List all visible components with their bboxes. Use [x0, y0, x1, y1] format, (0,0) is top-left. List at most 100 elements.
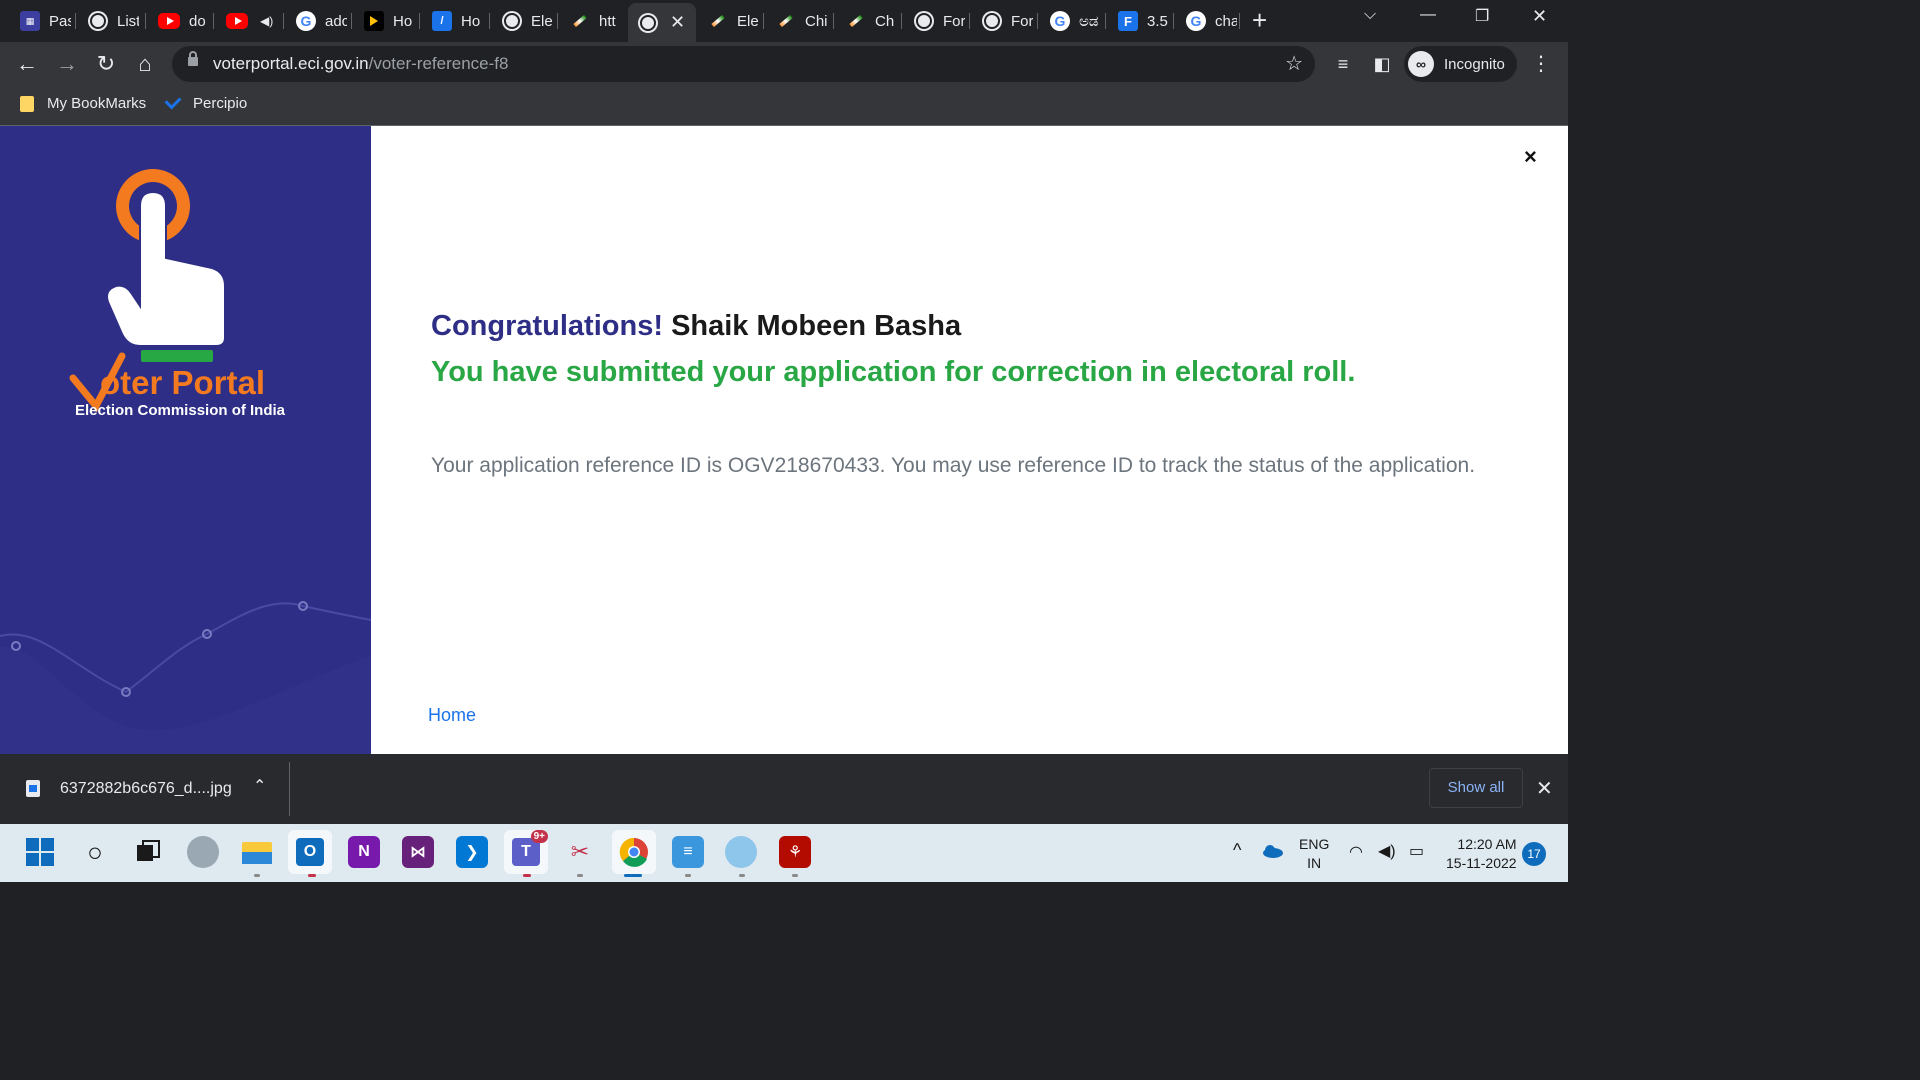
bookmarks-bar: My BookMarks Percipio — [0, 86, 1568, 126]
lock-icon[interactable] — [188, 51, 198, 66]
teams-badge: 9+ — [530, 830, 548, 843]
tab-label: For — [943, 12, 965, 30]
windows-start-icon[interactable] — [24, 836, 56, 868]
tab-label: do — [189, 12, 206, 30]
tab-close-icon[interactable]: ✕ — [670, 12, 685, 33]
bookmark-my-bookmarks[interactable]: My BookMarks — [20, 95, 146, 112]
tab-list[interactable]: List — [78, 5, 146, 37]
wifi-icon[interactable]: ◠ — [1349, 842, 1363, 862]
show-all-button[interactable]: Show all — [1429, 768, 1523, 808]
clock[interactable]: 12:20 AM 15-11-2022 — [1446, 835, 1517, 873]
incognito-profile-button[interactable]: Incognito — [1404, 46, 1517, 82]
tab-chi[interactable]: Chi — [766, 5, 834, 37]
tab-label: cha — [1215, 12, 1237, 30]
download-file-name[interactable]: 6372882b6c676_d....jpg — [60, 780, 232, 798]
snipping-tool-icon[interactable]: ✂ — [564, 836, 596, 868]
tab-ho[interactable]: Ho — [354, 5, 420, 37]
onenote-icon[interactable]: N — [348, 836, 380, 868]
tab-label: Pas — [49, 12, 71, 30]
zip-icon: / — [432, 11, 452, 31]
address-bar[interactable]: voterportal.eci.gov.in/voter-reference-f… — [172, 46, 1315, 82]
forward-arrow-icon[interactable]: → — [54, 51, 80, 77]
file-explorer-icon[interactable] — [241, 836, 273, 868]
battery-icon[interactable]: ▭ — [1409, 841, 1424, 861]
chrome-icon[interactable] — [612, 830, 656, 874]
reload-icon[interactable]: ↻ — [93, 51, 119, 77]
google-icon: G — [1050, 11, 1070, 31]
new-tab-button[interactable]: + — [1252, 7, 1267, 33]
back-arrow-icon[interactable]: ← — [14, 51, 40, 77]
google-icon: G — [296, 11, 316, 31]
tab-label: htt — [599, 12, 616, 30]
paint-icon[interactable] — [725, 836, 757, 868]
close-icon[interactable]: × — [1524, 144, 1537, 170]
tab-f[interactable]: F 3.5 — [1108, 5, 1174, 37]
download-shelf-close-icon[interactable]: ✕ — [1536, 776, 1553, 801]
tab-youtube[interactable]: do — [148, 5, 214, 37]
bookmark-percipio[interactable]: Percipio — [164, 92, 248, 112]
tab-cha[interactable]: G cha — [1176, 5, 1240, 37]
tab-label: adc — [325, 12, 347, 30]
tab-ch[interactable]: Ch — [836, 5, 902, 37]
vscode-icon[interactable]: ❯ — [456, 836, 488, 868]
tab-label: Ele — [531, 12, 553, 30]
globe-icon — [502, 11, 522, 31]
tab-for[interactable]: For — [904, 5, 970, 37]
tab-for-2[interactable]: For — [972, 5, 1038, 37]
url-text[interactable]: voterportal.eci.gov.in/voter-reference-f… — [213, 54, 508, 74]
outlook-icon[interactable]: O — [288, 830, 332, 874]
chevron-up-icon[interactable]: ^ — [1233, 840, 1241, 861]
language-code: ENG — [1299, 836, 1330, 852]
language-indicator[interactable]: ENG IN — [1299, 835, 1329, 873]
task-view-icon[interactable] — [132, 836, 164, 868]
sidebar-artwork — [0, 169, 371, 754]
reading-list-icon[interactable]: ≡ — [1330, 51, 1356, 77]
home-icon[interactable]: ⌂ — [132, 51, 158, 77]
tab-strip: ▦ Pas List do ◀) G adc Ho — [0, 0, 1568, 42]
success-message: You have submitted your application for … — [431, 356, 1356, 388]
restore-button[interactable]: ❐ — [1475, 6, 1489, 26]
speaker-icon[interactable]: ◀) — [260, 14, 273, 28]
tab-label: ಅಡ — [1079, 12, 1099, 30]
edge-icon[interactable] — [187, 836, 219, 868]
tab-google-kannada[interactable]: G ಅಡ — [1040, 5, 1106, 37]
chevron-up-icon[interactable]: ⌃ — [253, 776, 266, 796]
screen: ▦ Pas List do ◀) G adc Ho — [0, 0, 1568, 882]
tab-pas[interactable]: ▦ Pas — [10, 5, 76, 37]
volume-icon[interactable]: ◀) — [1378, 841, 1396, 861]
acrobat-icon[interactable]: ⚘ — [779, 836, 811, 868]
tab-ho-2[interactable]: / Ho — [422, 5, 490, 37]
bookmark-label: Percipio — [193, 95, 248, 112]
google-icon: G — [1186, 11, 1206, 31]
bookmark-label: My BookMarks — [47, 95, 147, 112]
voter-portal-sidebar: oter Portal Election Commission of India — [0, 126, 371, 754]
minimize-button[interactable]: — — [1420, 6, 1436, 24]
tab-search-chevron-icon[interactable]: ⌵ — [1364, 6, 1376, 24]
notepad-icon[interactable]: ≡ — [672, 836, 704, 868]
window-close-button[interactable]: ✕ — [1532, 6, 1547, 27]
tab-active-voter-portal[interactable]: ✕ — [628, 3, 696, 42]
tab-label: Ele — [737, 12, 759, 30]
bookmark-star-icon[interactable]: ☆ — [1285, 51, 1303, 76]
download-shelf: 6372882b6c676_d....jpg ⌃ Show all ✕ — [0, 754, 1568, 824]
congratulations-heading: Congratulations! Shaik Mobeen Basha — [431, 310, 961, 343]
tab-ele[interactable]: Ele — [492, 5, 558, 37]
tab-label: For — [1011, 12, 1033, 30]
tab-ele-2[interactable]: Ele — [698, 5, 764, 37]
side-panel-icon[interactable]: ◧ — [1369, 51, 1395, 77]
eci-icon — [708, 11, 728, 31]
reference-id-message: Your application reference ID is OGV2186… — [431, 454, 1476, 477]
clock-time: 12:20 AM — [1457, 836, 1517, 852]
notification-count-badge[interactable]: 17 — [1522, 842, 1546, 866]
f-icon: F — [1118, 11, 1138, 31]
tab-google-adc[interactable]: G adc — [286, 5, 352, 37]
search-icon[interactable]: ○ — [79, 836, 111, 868]
onedrive-cloud-icon[interactable] — [1261, 844, 1283, 861]
teams-icon[interactable]: T 9+ — [504, 830, 548, 874]
visual-studio-icon[interactable]: ⋈ — [402, 836, 434, 868]
home-link[interactable]: Home — [428, 705, 476, 726]
tab-youtube-muted[interactable]: ◀) — [216, 5, 284, 37]
menu-kebab-icon[interactable]: ⋮ — [1528, 51, 1554, 77]
eci-icon — [570, 11, 590, 31]
tab-http[interactable]: htt — [560, 5, 626, 37]
